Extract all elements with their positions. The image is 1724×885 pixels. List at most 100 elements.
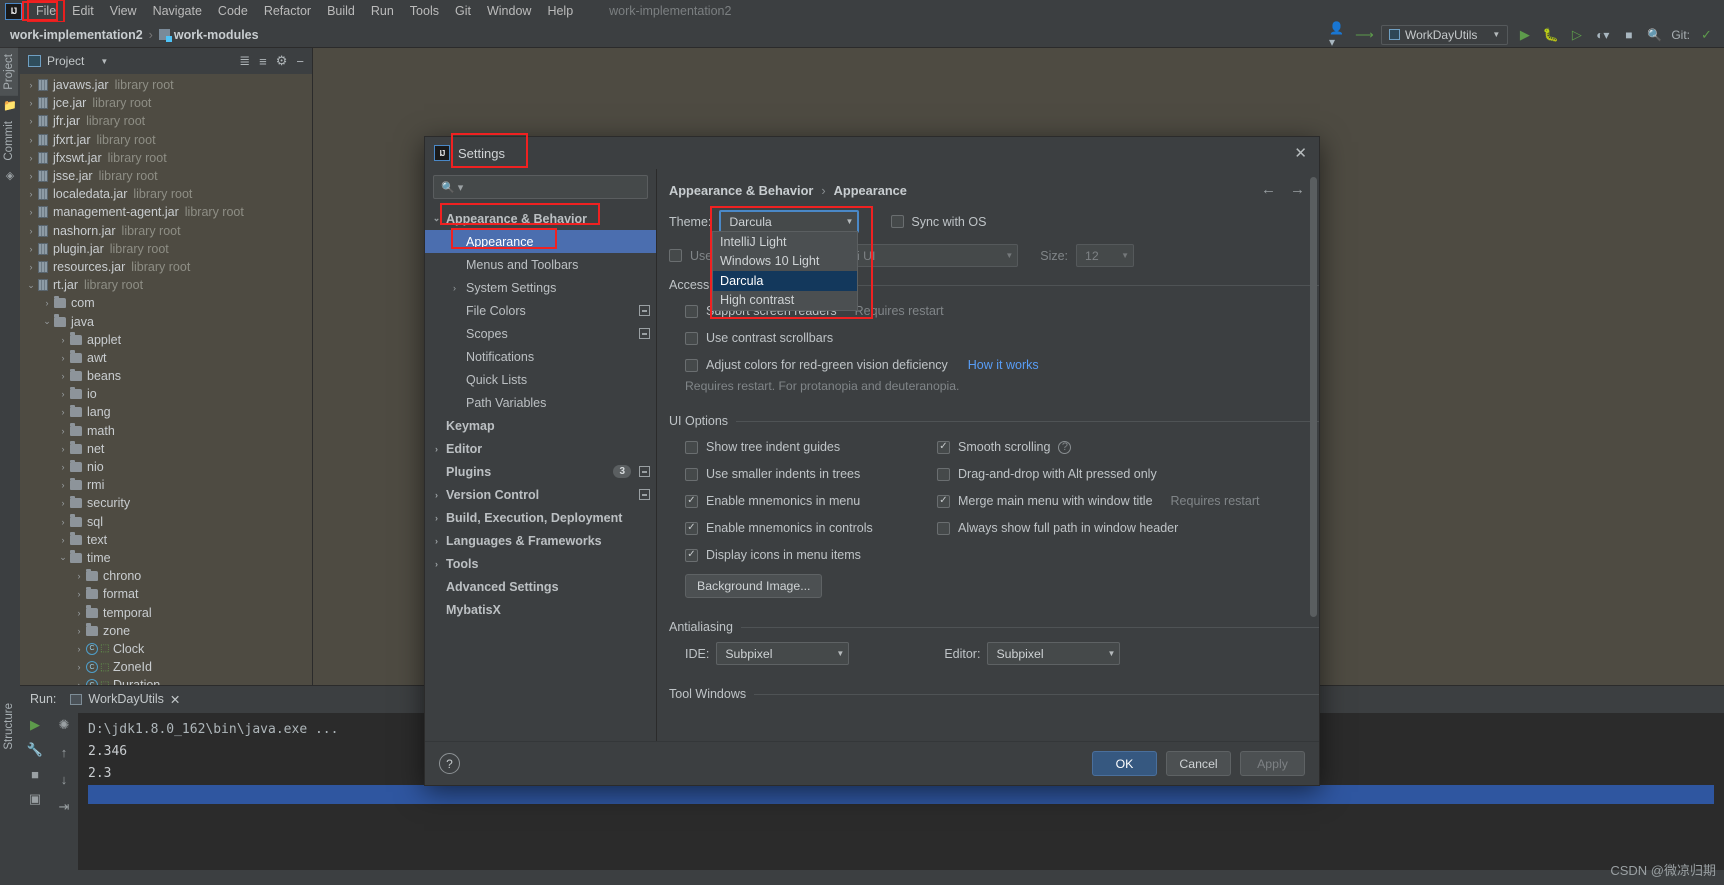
menu-item-refactor[interactable]: Refactor	[256, 0, 319, 22]
chevron-right-icon[interactable]: ›	[24, 226, 38, 236]
menu-item-tools[interactable]: Tools	[402, 0, 447, 22]
settings-nav-item-editor[interactable]: › Editor	[425, 437, 656, 460]
git-check-icon[interactable]: ✓	[1697, 25, 1716, 44]
theme-option-high-contrast[interactable]: High contrast	[713, 291, 857, 311]
project-tree-row[interactable]: › nashorn.jar library root	[20, 222, 312, 240]
project-tree-row[interactable]: › jfxrt.jar library root	[20, 131, 312, 149]
sync-with-os-checkbox[interactable]	[891, 215, 905, 228]
settings-nav-item-advanced-settings[interactable]: Advanced Settings	[425, 575, 656, 598]
menu-item-navigate[interactable]: Navigate	[145, 0, 210, 22]
project-tree-row[interactable]: › text	[20, 531, 312, 549]
sidebar-item-project[interactable]: Project	[0, 48, 18, 96]
menu-item-help[interactable]: Help	[539, 0, 581, 22]
expand-all-icon[interactable]: ≣	[239, 53, 250, 69]
enable-mnemonics-menu-row[interactable]: Enable mnemonics in menu	[685, 490, 933, 512]
show-tree-indent-guides-row[interactable]: Show tree indent guides	[685, 436, 933, 458]
chevron-right-icon[interactable]: ›	[24, 244, 38, 254]
settings-nav-item-scopes[interactable]: Scopes	[425, 322, 656, 345]
soft-wrap-icon[interactable]: ⇥	[59, 799, 70, 815]
how-it-works-link[interactable]: How it works	[968, 358, 1039, 372]
chevron-right-icon[interactable]: ›	[24, 171, 38, 181]
search-everywhere-icon[interactable]: 🔍	[1645, 25, 1664, 44]
breadcrumb-project[interactable]: work-implementation2	[10, 28, 143, 42]
chevron-down-icon[interactable]: ⌄	[40, 316, 54, 327]
use-custom-font-checkbox[interactable]	[669, 249, 682, 262]
settings-nav-item-notifications[interactable]: Notifications	[425, 345, 656, 368]
chevron-right-icon[interactable]: ›	[56, 335, 70, 345]
menu-item-file[interactable]: File	[26, 0, 66, 23]
theme-combobox[interactable]: Darcula ▼	[719, 210, 860, 233]
menu-item-view[interactable]: View	[102, 0, 145, 22]
chevron-right-icon[interactable]: ›	[24, 207, 38, 217]
project-tree-row[interactable]: › math	[20, 422, 312, 440]
chevron-right-icon[interactable]: ›	[72, 662, 86, 672]
help-icon[interactable]: ?	[1058, 440, 1072, 454]
chevron-down-icon[interactable]: ▼	[100, 57, 108, 66]
breadcrumb[interactable]: work-implementation2 › work-modules	[0, 28, 259, 42]
ok-button[interactable]: OK	[1092, 751, 1157, 776]
chevron-right-icon[interactable]: ›	[56, 407, 70, 417]
theme-option-darcula[interactable]: Darcula	[713, 271, 857, 291]
drag-and-drop-alt-checkbox[interactable]	[937, 467, 950, 481]
project-tree-row[interactable]: › jfr.jar library root	[20, 112, 312, 130]
settings-nav-item-tools[interactable]: › Tools	[425, 552, 656, 575]
settings-nav-item-menus-and-toolbars[interactable]: Menus and Toolbars	[425, 253, 656, 276]
camera-icon[interactable]: ▣	[29, 791, 41, 807]
project-tree-row[interactable]: › format	[20, 585, 312, 603]
project-tree-row[interactable]: › management-agent.jar library root	[20, 203, 312, 221]
chevron-right-icon[interactable]: ›	[72, 571, 86, 581]
arrow-down-icon[interactable]: ↓	[61, 772, 68, 787]
project-tree-row[interactable]: › C ⬚ ZoneId	[20, 658, 312, 676]
theme-option-windows-10-light[interactable]: Windows 10 Light	[713, 252, 857, 272]
menu-item-git[interactable]: Git	[447, 0, 479, 22]
chevron-right-icon[interactable]: ›	[56, 353, 70, 363]
merge-main-menu-row[interactable]: Merge main menu with window title Requir…	[937, 490, 1319, 512]
add-item-icon[interactable]	[639, 466, 650, 477]
run-coverage-icon[interactable]: ▷	[1567, 25, 1586, 44]
add-item-icon[interactable]	[639, 489, 650, 500]
chevron-right-icon[interactable]: ›	[429, 513, 444, 523]
theme-option-intellij-light[interactable]: IntelliJ Light	[713, 232, 857, 252]
chevron-right-icon[interactable]: ›	[72, 589, 86, 599]
chevron-down-icon[interactable]: ⌄	[429, 213, 444, 224]
chevron-right-icon[interactable]: ›	[56, 371, 70, 381]
drag-and-drop-alt-row[interactable]: Drag-and-drop with Alt pressed only	[937, 463, 1319, 485]
project-tree-row[interactable]: › jce.jar library root	[20, 94, 312, 112]
adjust-colors-row[interactable]: Adjust colors for red-green vision defic…	[685, 354, 1319, 376]
background-image-button[interactable]: Background Image...	[685, 574, 823, 598]
hide-panel-icon[interactable]: −	[296, 54, 304, 69]
chevron-right-icon[interactable]: ›	[429, 559, 444, 569]
close-icon[interactable]: ✕	[1294, 144, 1319, 162]
user-avatar-icon[interactable]: 👤▾	[1329, 21, 1348, 49]
profiler-icon[interactable]: ◐▾	[1593, 25, 1612, 44]
rerun-icon[interactable]: ▶	[30, 717, 40, 733]
menu-item-run[interactable]: Run	[363, 0, 402, 22]
forward-arrow-icon[interactable]: →	[1290, 181, 1305, 198]
chevron-right-icon[interactable]: ›	[24, 116, 38, 126]
settings-nav-item-appearance[interactable]: Appearance	[425, 230, 656, 253]
gear-icon[interactable]: ⚙	[276, 53, 288, 69]
chevron-right-icon[interactable]: ›	[24, 135, 38, 145]
display-icons-menu-row[interactable]: Display icons in menu items	[685, 544, 933, 566]
chevron-down-icon[interactable]: ▾	[458, 181, 464, 194]
sync-with-os-checkbox-row[interactable]: Sync with OS	[891, 215, 986, 229]
project-tree-row[interactable]: › beans	[20, 367, 312, 385]
project-tree-row[interactable]: ⌄ java	[20, 312, 312, 330]
settings-nav-item-keymap[interactable]: Keymap	[425, 414, 656, 437]
menu-item-build[interactable]: Build	[319, 0, 363, 22]
chevron-right-icon[interactable]: ›	[24, 80, 38, 90]
project-tree-row[interactable]: ⌄ time	[20, 549, 312, 567]
ide-antialiasing-combobox[interactable]: Subpixel ▼	[716, 642, 850, 665]
run-button-icon[interactable]: ▶	[1515, 25, 1534, 44]
settings-nav-list[interactable]: ⌄ Appearance & Behavior Appearance Menus an…	[425, 207, 656, 741]
project-tree-row[interactable]: › applet	[20, 331, 312, 349]
project-tree-row[interactable]: › nio	[20, 458, 312, 476]
chevron-right-icon[interactable]: ›	[56, 426, 70, 436]
project-tree-row[interactable]: › temporal	[20, 603, 312, 621]
project-tree-row[interactable]: › io	[20, 385, 312, 403]
chevron-right-icon[interactable]: ›	[72, 644, 86, 654]
settings-nav-item-file-colors[interactable]: File Colors	[425, 299, 656, 322]
close-icon[interactable]: ✕	[170, 692, 180, 707]
sidebar-item-structure[interactable]: Structure	[0, 697, 18, 756]
content-scrollbar[interactable]	[1310, 177, 1317, 717]
